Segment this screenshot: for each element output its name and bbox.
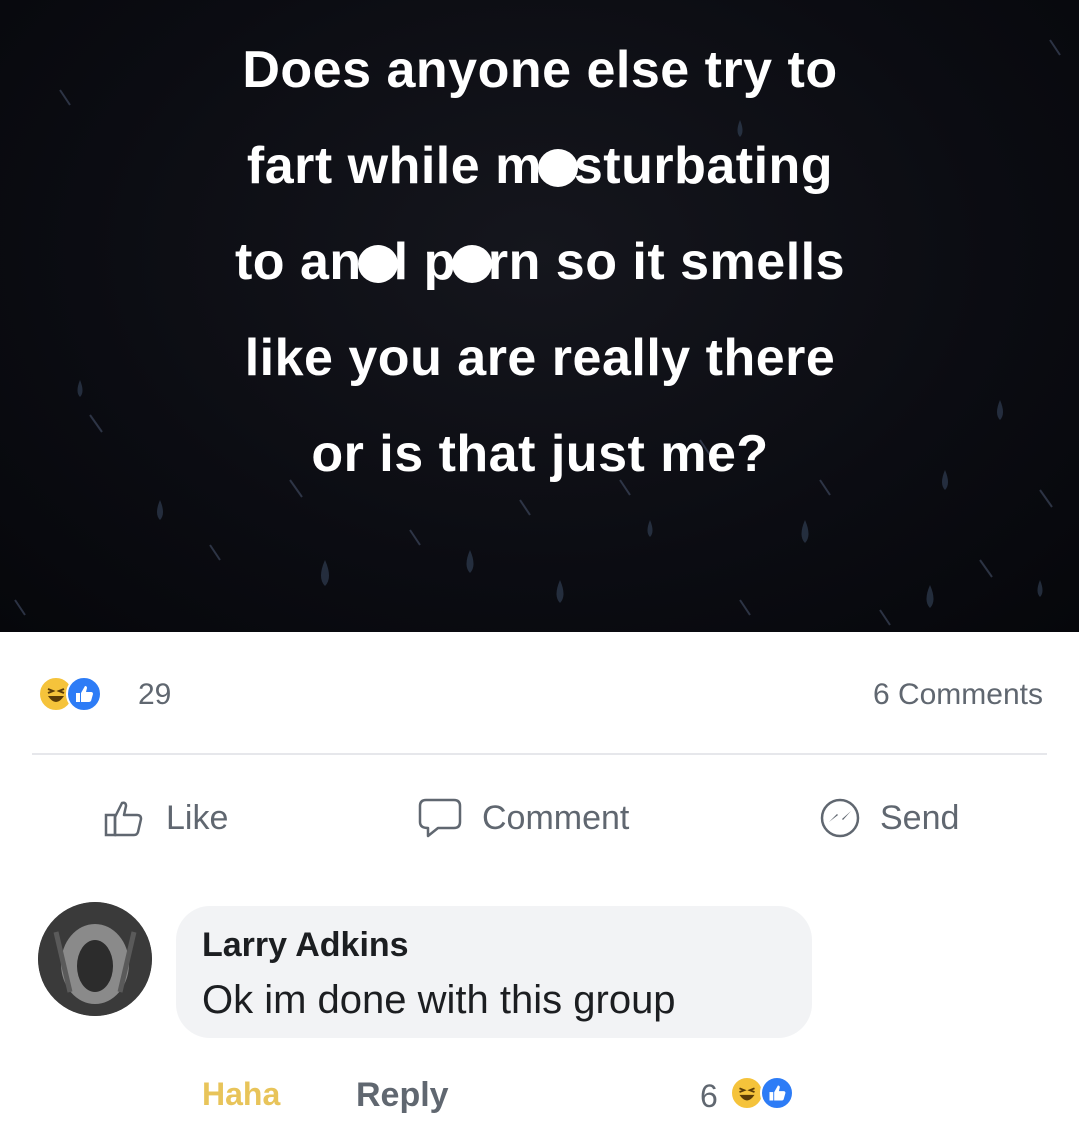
- reaction-count[interactable]: 29: [138, 678, 171, 712]
- post-text-segment: or is that just me?: [311, 425, 769, 483]
- like-emoji-icon: [760, 1076, 794, 1110]
- post-text-line-2: fart while m sturbating: [60, 118, 1020, 214]
- comments-count-link[interactable]: 6 Comments: [873, 678, 1043, 712]
- comment-label: Comment: [482, 798, 630, 837]
- comment-reply-button[interactable]: Reply: [356, 1076, 449, 1115]
- post-text-segment: to an: [234, 233, 362, 291]
- comment-reaction-count[interactable]: 6: [700, 1078, 718, 1115]
- like-label: Like: [166, 798, 229, 837]
- comment-bubble[interactable]: Larry Adkins Ok im done with this group: [176, 906, 812, 1038]
- post-action-bar: Like Comment Send: [0, 780, 1079, 860]
- comment-haha-button[interactable]: Haha: [202, 1076, 280, 1113]
- post-text-line-5: or is that just me?: [60, 406, 1020, 502]
- thumbs-up-icon: [104, 801, 143, 837]
- messenger-icon: [820, 798, 860, 838]
- reactions-summary: 29 6 Comments: [0, 650, 1079, 740]
- post-text-line-3: to an l p rn so it smells: [60, 214, 1020, 310]
- post-text-segment: rn so it smells: [487, 233, 846, 291]
- censor-blot: [537, 149, 578, 187]
- post-text-segment: Does anyone else try to: [242, 41, 838, 99]
- comment-button[interactable]: Comment: [416, 790, 629, 846]
- censor-blot: [451, 245, 492, 283]
- commenter-avatar[interactable]: [38, 902, 152, 1016]
- comment-reaction-icons[interactable]: [730, 1076, 800, 1112]
- like-emoji-icon: [66, 676, 102, 712]
- comment-author-name[interactable]: Larry Adkins: [202, 926, 409, 965]
- post-image[interactable]: Does anyone else try to fart while m stur…: [0, 0, 1079, 632]
- post-text-line-4: like you are really there: [60, 310, 1020, 406]
- haha-emoji-icon: [730, 1076, 764, 1110]
- post-text-segment: l p: [393, 233, 456, 291]
- avatar-photo: [38, 902, 152, 1016]
- divider: [32, 753, 1047, 755]
- send-button[interactable]: Send: [818, 790, 959, 846]
- like-button[interactable]: Like: [102, 790, 228, 846]
- post-text-segment: sturbating: [573, 137, 834, 195]
- post-text-segment: fart while m: [246, 137, 542, 195]
- send-label: Send: [880, 798, 960, 837]
- post-text-line-1: Does anyone else try to: [60, 22, 1020, 118]
- censor-blot: [357, 245, 398, 283]
- reaction-icons[interactable]: [38, 674, 128, 714]
- post-text-segment: like you are really there: [244, 329, 836, 387]
- comment-bubble-icon: [418, 798, 462, 838]
- comment-text: Ok im done with this group: [202, 978, 676, 1022]
- post-image-text: Does anyone else try to fart while m stur…: [60, 22, 1020, 502]
